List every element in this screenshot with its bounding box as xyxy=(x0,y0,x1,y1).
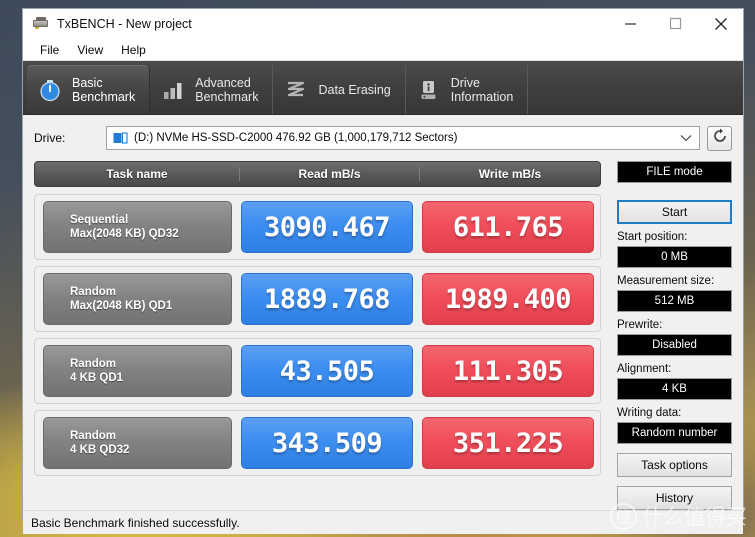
menu-item-file[interactable]: File xyxy=(31,41,68,59)
history-button[interactable]: History xyxy=(617,486,732,510)
task-line-1: Sequential xyxy=(70,214,129,226)
read-value: 1889.768 xyxy=(263,283,391,315)
drive-select[interactable]: (D:) NVMe HS-SSD-C2000 476.92 GB (1,000,… xyxy=(106,126,700,150)
results-table-header: Task name Read mB/s Write mB/s xyxy=(34,161,601,187)
task-line-2: Max(2048 KB) QD32 xyxy=(70,228,179,240)
task-name-box: Sequential Max(2048 KB) QD32 xyxy=(43,201,232,253)
measurement-size-label: Measurement size: xyxy=(617,275,715,287)
writing-data-label: Writing data: xyxy=(617,407,682,419)
write-value: 611.765 xyxy=(452,211,564,243)
drive-info-icon xyxy=(416,77,442,103)
mode-value: FILE mode xyxy=(646,166,703,178)
start-button[interactable]: Start xyxy=(617,200,732,224)
task-name-box: Random 4 KB QD32 xyxy=(43,417,232,469)
start-position-value: 0 MB xyxy=(661,251,688,263)
table-row: Random 4 KB QD32 343.509 351.225 xyxy=(34,410,601,476)
refresh-icon xyxy=(712,128,728,149)
write-value: 1989.400 xyxy=(444,283,572,315)
tab-data-erasing[interactable]: Data Erasing xyxy=(273,65,406,114)
alignment-label: Alignment: xyxy=(617,363,672,375)
write-value: 351.225 xyxy=(452,427,564,459)
refresh-button[interactable] xyxy=(707,125,732,151)
task-line-2: Max(2048 KB) QD1 xyxy=(70,300,173,312)
application-window: TxBENCH - New project File View Help Bas… xyxy=(22,8,744,534)
title-bar: TxBENCH - New project xyxy=(23,9,743,39)
column-header-task-name: Task name xyxy=(35,167,240,181)
table-row: Sequential Max(2048 KB) QD32 3090.467 61… xyxy=(34,194,601,260)
status-bar: Basic Benchmark finished successfully. xyxy=(23,510,743,534)
task-line-1: Random xyxy=(70,358,116,370)
menu-item-help[interactable]: Help xyxy=(112,41,155,59)
eraser-icon xyxy=(283,77,309,103)
read-value: 343.509 xyxy=(271,427,383,459)
column-header-read: Read mB/s xyxy=(240,167,420,181)
task-options-label: Task options xyxy=(641,458,708,472)
read-value: 43.505 xyxy=(279,355,375,387)
task-name-box: Random Max(2048 KB) QD1 xyxy=(43,273,232,325)
window-controls xyxy=(608,9,743,38)
read-value-box: 3090.467 xyxy=(241,201,413,253)
write-value-box: 111.305 xyxy=(422,345,594,397)
disk-icon xyxy=(113,131,128,145)
tab-advanced-benchmark[interactable]: Advanced Benchmark xyxy=(150,65,274,114)
alignment-value: 4 KB xyxy=(662,383,687,395)
task-line-1: Random xyxy=(70,430,116,442)
controls-panel: FILE mode Start Start position: 0 MB Mea… xyxy=(601,161,732,510)
mode-display[interactable]: FILE mode xyxy=(617,161,732,183)
table-row: Random 4 KB QD1 43.505 111.305 xyxy=(34,338,601,404)
drive-label: Drive: xyxy=(34,131,66,145)
prewrite-value: Disabled xyxy=(652,339,697,351)
write-value-box: 1989.400 xyxy=(422,273,594,325)
drive-icon xyxy=(32,16,50,32)
task-line-1: Random xyxy=(70,286,116,298)
tab-label: Drive Information xyxy=(450,75,514,104)
drive-value: (D:) NVMe HS-SSD-C2000 476.92 GB (1,000,… xyxy=(134,132,458,144)
tab-drive-information[interactable]: Drive Information xyxy=(406,65,529,114)
bar-chart-icon xyxy=(160,77,186,103)
stopwatch-icon xyxy=(37,77,63,103)
read-value-box: 1889.768 xyxy=(241,273,413,325)
prewrite-value-box[interactable]: Disabled xyxy=(617,334,732,356)
measurement-size-value: 512 MB xyxy=(654,295,695,307)
main-split: Task name Read mB/s Write mB/s Sequentia… xyxy=(34,161,732,510)
writing-data-value: Random number xyxy=(631,427,718,439)
tab-label: Data Erasing xyxy=(318,82,391,97)
write-value-box: 611.765 xyxy=(422,201,594,253)
drive-selector-row: Drive: (D:) NVMe HS-SSD-C2000 476.92 GB … xyxy=(34,125,732,151)
content-area: Drive: (D:) NVMe HS-SSD-C2000 476.92 GB … xyxy=(23,115,743,510)
start-position-value-box[interactable]: 0 MB xyxy=(617,246,732,268)
start-label: Start xyxy=(661,205,688,219)
task-line-2: 4 KB QD1 xyxy=(70,372,124,384)
start-position-label: Start position: xyxy=(617,231,688,243)
write-value: 111.305 xyxy=(452,355,564,387)
read-value-box: 43.505 xyxy=(241,345,413,397)
window-title: TxBENCH - New project xyxy=(57,17,192,31)
results-pane: Task name Read mB/s Write mB/s Sequentia… xyxy=(34,161,601,510)
alignment-value-box[interactable]: 4 KB xyxy=(617,378,732,400)
tab-strip: Basic Benchmark Advanced Benchmark Data … xyxy=(23,61,743,115)
history-label: History xyxy=(655,491,694,505)
minimize-button[interactable] xyxy=(608,9,653,38)
chevron-down-icon[interactable] xyxy=(680,129,692,147)
read-value-box: 343.509 xyxy=(241,417,413,469)
tab-label: Basic Benchmark xyxy=(72,75,136,104)
task-line-2: 4 KB QD32 xyxy=(70,444,130,456)
measurement-size-value-box[interactable]: 512 MB xyxy=(617,290,732,312)
task-name-box: Random 4 KB QD1 xyxy=(43,345,232,397)
read-value: 3090.467 xyxy=(263,211,391,243)
task-options-button[interactable]: Task options xyxy=(617,453,732,477)
tab-label: Advanced Benchmark xyxy=(195,75,259,104)
column-header-write: Write mB/s xyxy=(478,167,542,181)
writing-data-value-box[interactable]: Random number xyxy=(617,422,732,444)
prewrite-label: Prewrite: xyxy=(617,319,663,331)
menu-item-view[interactable]: View xyxy=(68,41,112,59)
tab-basic-benchmark[interactable]: Basic Benchmark xyxy=(27,65,151,114)
status-text: Basic Benchmark finished successfully. xyxy=(31,515,240,530)
maximize-button[interactable] xyxy=(653,9,698,38)
menu-bar: File View Help xyxy=(23,39,743,61)
close-button[interactable] xyxy=(698,9,743,38)
write-value-box: 351.225 xyxy=(422,417,594,469)
table-row: Random Max(2048 KB) QD1 1889.768 1989.40… xyxy=(34,266,601,332)
